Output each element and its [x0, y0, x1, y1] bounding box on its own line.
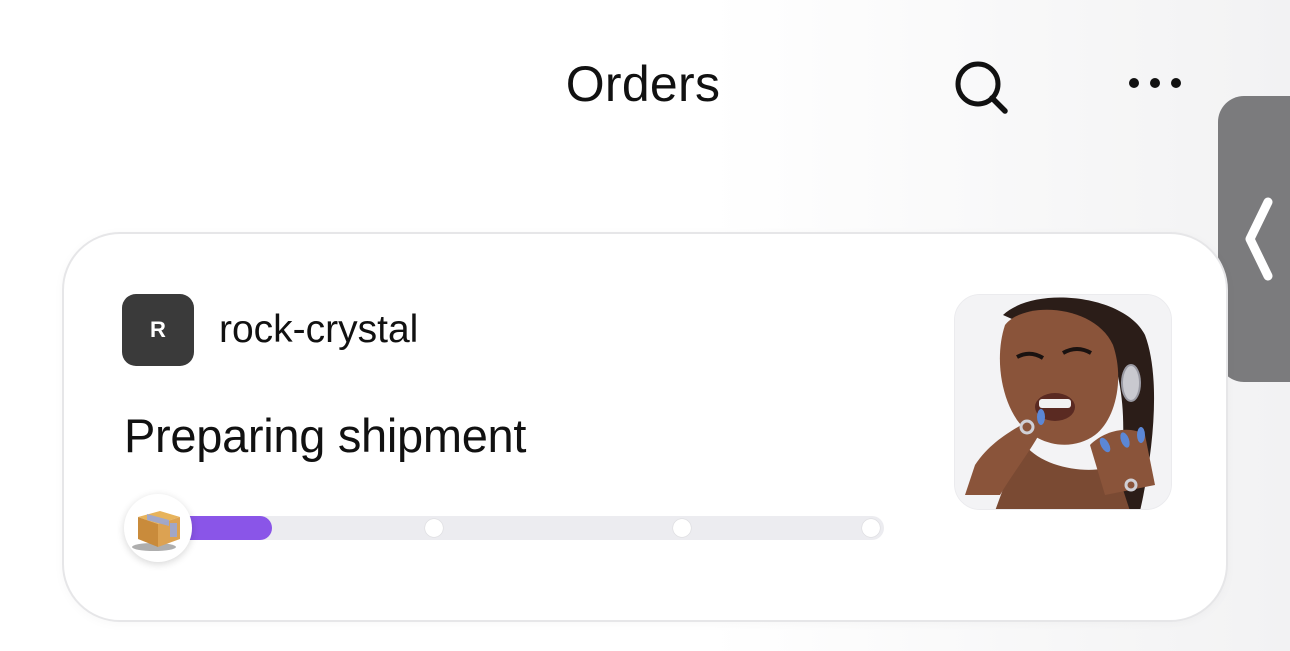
shipment-progress-bar	[156, 516, 884, 540]
order-status: Preparing shipment	[124, 409, 527, 462]
shop-initial: R	[150, 317, 166, 342]
more-dot	[1171, 78, 1181, 88]
progress-step-node	[862, 519, 880, 537]
search-icon	[955, 61, 1008, 114]
more-horizontal-icon	[1129, 78, 1139, 88]
side-panel-handle[interactable]	[1218, 96, 1290, 382]
package-box-icon	[132, 511, 180, 551]
progress-step-node	[425, 519, 443, 537]
chevron-left-icon	[1245, 197, 1273, 281]
more-options-button[interactable]	[1118, 66, 1192, 100]
search-button[interactable]	[950, 56, 1012, 116]
page-title: Orders	[0, 56, 1290, 112]
shop-name[interactable]: rock-crystal	[219, 308, 418, 352]
product-image	[955, 295, 1171, 509]
progress-step-node	[673, 519, 691, 537]
product-thumbnail[interactable]	[954, 294, 1172, 510]
order-card[interactable]: R rock-crystal Preparing shipment	[62, 232, 1228, 622]
page-title-text: Orders	[565, 56, 721, 112]
package-badge	[124, 494, 192, 562]
shop-avatar: R	[122, 294, 194, 366]
more-dot	[1150, 78, 1160, 88]
